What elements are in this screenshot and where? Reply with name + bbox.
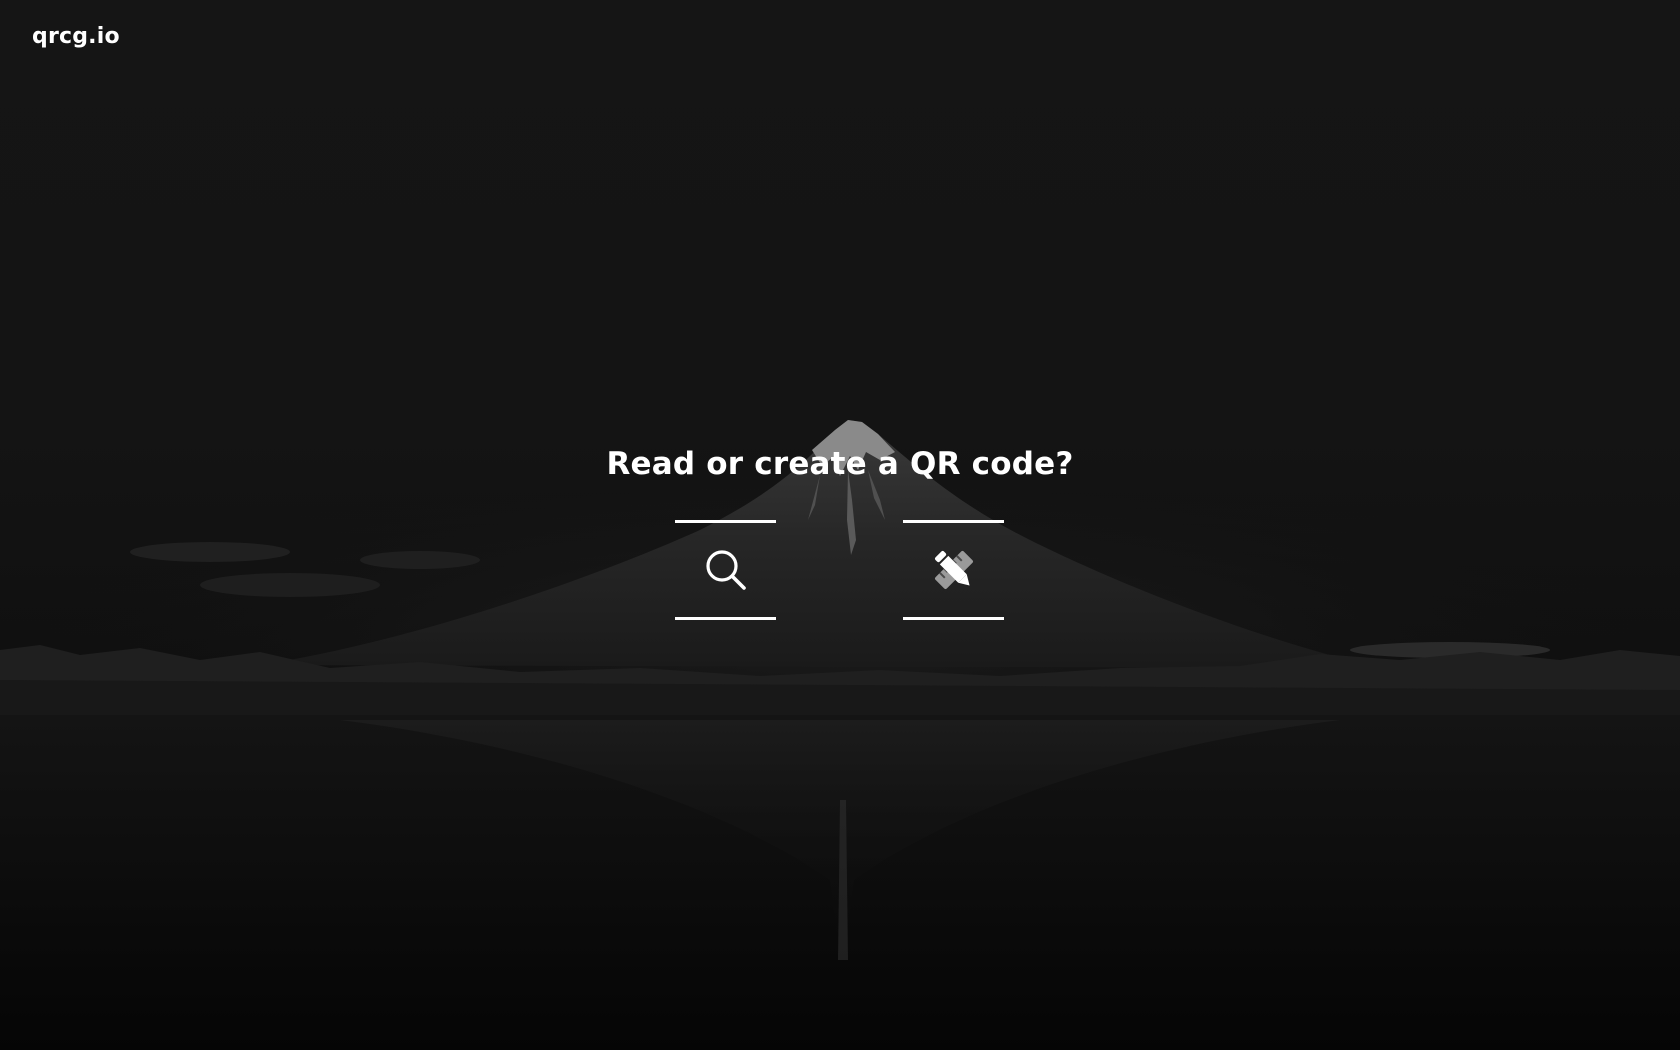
page-headline: Read or create a QR code? bbox=[606, 446, 1074, 482]
pencil-ruler-icon bbox=[935, 551, 973, 589]
landing-page: qrcg.io Read or create a QR code? bbox=[0, 0, 1680, 1050]
logo-link[interactable]: qrcg.io bbox=[32, 24, 120, 49]
search-icon bbox=[706, 550, 746, 590]
button-bottom-rule bbox=[903, 617, 1004, 620]
button-bottom-rule bbox=[675, 617, 776, 620]
mountain-lake-background bbox=[0, 420, 1680, 1050]
button-top-rule bbox=[903, 520, 1004, 523]
create-qr-button[interactable] bbox=[903, 520, 1004, 621]
read-qr-button[interactable] bbox=[675, 520, 776, 621]
button-top-rule bbox=[675, 520, 776, 523]
